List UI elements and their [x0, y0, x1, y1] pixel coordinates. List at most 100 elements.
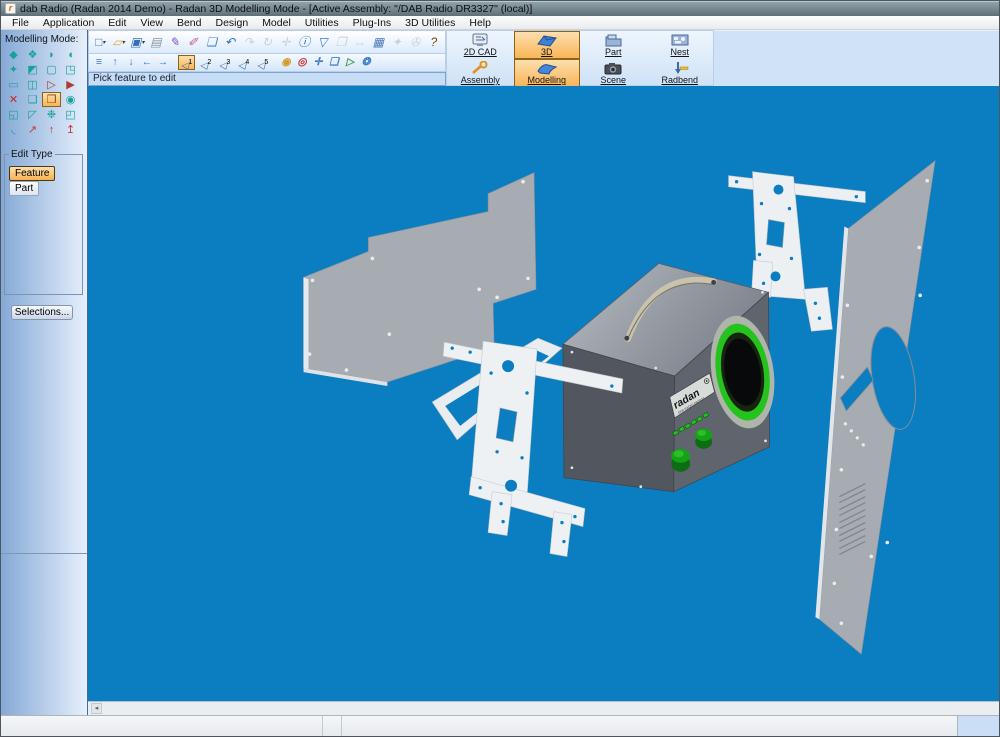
modelling-tool-grid: ◆❖◗◖ ✦◩▢◳ ▭◫▷▶ ✕❑❒◉ ◱◸❉◰ ◟↗↑↥ [4, 47, 87, 137]
resize-grip[interactable] [957, 716, 999, 736]
tool-hole[interactable]: ❉ [42, 107, 61, 122]
tool-curve-sheet[interactable]: ◗ [42, 47, 61, 62]
move-icon[interactable]: ✛ [276, 33, 295, 51]
scroll-left-icon[interactable]: ◂ [91, 703, 102, 714]
swap-order-icon[interactable]: ≡ [91, 55, 107, 70]
menu-bend[interactable]: Bend [170, 17, 209, 29]
tool-edit-feature[interactable]: ❒ [42, 92, 61, 107]
zoom-window-icon[interactable]: ❐ [332, 33, 351, 51]
tool-import-part[interactable]: ▶ [61, 77, 80, 92]
title-bar[interactable]: r dab Radio (Radan 2014 Demo) - Radan 3D… [1, 1, 999, 16]
tab-radbend[interactable]: Radbend [647, 59, 714, 87]
tool-lift[interactable]: ↗ [23, 122, 42, 137]
filter-icon[interactable]: ▽ [313, 33, 332, 51]
tab-label: 3D [541, 48, 553, 57]
export-report-icon[interactable]: ▷ [342, 55, 358, 70]
application-window: r dab Radio (Radan 2014 Demo) - Radan 3D… [0, 0, 1000, 737]
tool-export-part[interactable]: ▷ [42, 77, 61, 92]
part-panel-right[interactable] [815, 161, 935, 654]
measure-icon[interactable]: ✦ [388, 33, 407, 51]
redo-icon[interactable]: ↷ [239, 33, 258, 51]
selections-button[interactable]: Selections... [11, 305, 73, 320]
tool-box[interactable]: ▢ [42, 62, 61, 77]
tool-bend[interactable]: ◰ [61, 107, 80, 122]
tab-scene[interactable]: Scene [580, 59, 647, 87]
menu-design[interactable]: Design [209, 17, 256, 29]
tool-overlap[interactable]: ❑ [23, 92, 42, 107]
tool-view-feature[interactable]: ◉ [61, 92, 80, 107]
save-icon[interactable]: ▣▾ [128, 33, 147, 51]
tool-fold-sheet[interactable]: ❖ [23, 47, 42, 62]
shaded-view-icon[interactable]: ◉ [278, 55, 294, 70]
tool-rod[interactable]: ▭ [4, 77, 23, 92]
menu-plug-ins[interactable]: Plug-Ins [346, 17, 399, 29]
cad-screen-icon [469, 33, 491, 47]
mode-tab-block: 2D CAD 3D Part Nest [446, 30, 714, 86]
open-folder-icon[interactable]: ▱▾ [110, 33, 129, 51]
3d-sheet-icon [536, 33, 558, 47]
redo-all-icon[interactable]: ↻ [258, 33, 277, 51]
view-preset-1[interactable]: ◁1 [178, 55, 195, 70]
globe-icon[interactable]: ❂ [358, 55, 374, 70]
spacing-icon[interactable]: ↔ [350, 33, 369, 51]
new-document-icon[interactable]: □▾ [91, 33, 110, 51]
tab-modelling[interactable]: Modelling [514, 59, 581, 87]
cycle-sheets-icon[interactable]: ❏ [202, 33, 221, 51]
copy-model-icon[interactable]: ❏ [326, 55, 342, 70]
tab-3d[interactable]: 3D [514, 31, 581, 59]
arrow-left-icon[interactable]: ← [139, 55, 155, 70]
modelling-sheet-icon [536, 61, 558, 75]
tool-raise[interactable]: ↑ [42, 122, 61, 137]
undo-icon[interactable]: ↶ [221, 33, 240, 51]
tab-part[interactable]: Part [580, 31, 647, 59]
camera-icon [602, 61, 624, 75]
arrow-down-icon[interactable]: ↓ [123, 55, 139, 70]
tool-corner-radius[interactable]: ◸ [23, 107, 42, 122]
tab-nest[interactable]: Nest [647, 31, 714, 59]
arrow-right-icon[interactable]: → [155, 55, 171, 70]
tool-flange[interactable]: ◳ [61, 62, 80, 77]
tool-corner[interactable]: ◩ [23, 62, 42, 77]
menu-view[interactable]: View [133, 17, 170, 29]
tool-unfold[interactable]: ✦ [4, 62, 23, 77]
tool-unform[interactable]: ◟ [4, 122, 23, 137]
print-icon[interactable]: ▤ [147, 33, 166, 51]
menu-help[interactable]: Help [462, 17, 498, 29]
target-icon[interactable]: ◎ [294, 55, 310, 70]
sheet-table-icon[interactable]: ▦ [369, 33, 388, 51]
3d-viewport[interactable]: radan DAB RADIO DR3327 [88, 86, 999, 701]
nest-icon [669, 33, 691, 47]
tab-2d-cad[interactable]: 2D CAD [447, 31, 514, 59]
info-icon[interactable]: ⓘ [295, 33, 314, 51]
menu-edit[interactable]: Edit [101, 17, 133, 29]
edit-key-icon[interactable]: ✐ [184, 33, 203, 51]
part-button[interactable]: Part [9, 181, 39, 196]
help-icon[interactable]: ? [425, 33, 444, 51]
view-preset-5[interactable]: ◁5 [254, 55, 271, 70]
tab-label: Scene [600, 76, 626, 85]
view-preset-2[interactable]: ◁2 [197, 55, 214, 70]
tool-join[interactable]: ◫ [23, 77, 42, 92]
view-preset-3[interactable]: ◁3 [216, 55, 233, 70]
prompt-bar: Pick feature to edit [88, 72, 446, 86]
feature-button[interactable]: Feature [9, 166, 55, 181]
tool-datum[interactable]: ↥ [61, 122, 80, 137]
arrow-up-icon[interactable]: ↑ [107, 55, 123, 70]
draw-pencil-icon[interactable]: ✎ [165, 33, 184, 51]
menu-bar: FileApplicationEditViewBendDesignModelUt… [1, 16, 999, 30]
tool-flat-sheet[interactable]: ◆ [4, 47, 23, 62]
menu-utilities[interactable]: Utilities [298, 17, 346, 29]
snap-tool-icon[interactable]: ✇ [406, 33, 425, 51]
tool-delete[interactable]: ✕ [4, 92, 23, 107]
menu-3d-utilities[interactable]: 3D Utilities [398, 17, 462, 29]
tab-label: Modelling [527, 76, 566, 85]
app-icon: r [5, 3, 16, 14]
menu-application[interactable]: Application [36, 17, 101, 29]
tool-swept-sheet[interactable]: ◖ [61, 47, 80, 62]
pan-icon[interactable]: ✛ [310, 55, 326, 70]
menu-model[interactable]: Model [255, 17, 298, 29]
tool-measure[interactable]: ◱ [4, 107, 23, 122]
menu-file[interactable]: File [5, 17, 36, 29]
tab-assembly[interactable]: Assembly [447, 59, 514, 87]
view-preset-4[interactable]: ◁4 [235, 55, 252, 70]
